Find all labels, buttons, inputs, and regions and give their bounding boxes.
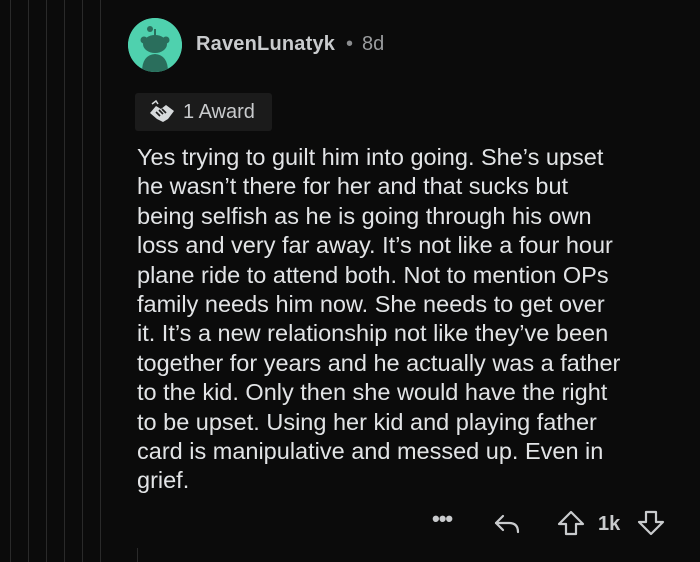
thread-line[interactable]	[100, 0, 101, 562]
thread-line[interactable]	[64, 0, 65, 562]
author-username[interactable]: RavenLunatyk	[196, 33, 335, 56]
thread-line[interactable]	[28, 0, 29, 562]
thread-line[interactable]	[82, 0, 83, 562]
avatar[interactable]	[128, 18, 182, 72]
award-badge[interactable]: 1 Award	[135, 93, 272, 131]
child-thread-line[interactable]	[137, 548, 138, 562]
reply-arrow-icon	[494, 514, 520, 534]
downvote-button[interactable]	[636, 508, 668, 542]
more-options-button[interactable]: •••	[432, 506, 462, 540]
thread-line[interactable]	[46, 0, 47, 562]
award-label: 1 Award	[183, 101, 255, 123]
comment-view: RavenLunatyk • 8d 1 Award Yes trying to …	[0, 0, 700, 562]
meta-separator: •	[346, 33, 354, 55]
thread-line[interactable]	[10, 0, 11, 562]
reply-button[interactable]	[492, 508, 522, 542]
reddit-snoo-avatar-icon	[128, 18, 182, 72]
upvote-arrow-icon	[557, 510, 585, 536]
upvote-button[interactable]	[556, 508, 588, 542]
comment-body: Yes trying to guilt him into going. She’…	[137, 144, 621, 494]
vote-score: 1k	[598, 513, 621, 535]
handshake-award-icon	[148, 99, 176, 125]
downvote-arrow-icon	[637, 510, 665, 536]
comment-age: 8d	[362, 33, 385, 55]
